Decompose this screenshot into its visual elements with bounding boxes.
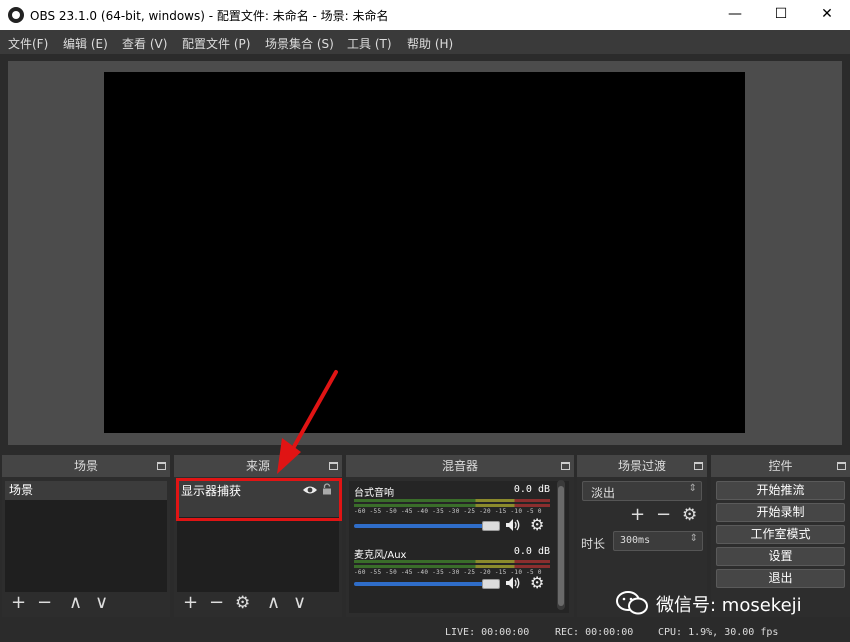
controls-dock-title: 控件 xyxy=(711,455,850,477)
volume-slider-handle[interactable] xyxy=(482,521,500,531)
volume-meter xyxy=(354,560,550,563)
preview-canvas[interactable] xyxy=(104,72,745,433)
mixer-channel-mic: 麦克风/Aux 0.0 dB -60 -55 -50 -45 -40 -35 -… xyxy=(354,546,552,602)
wechat-icon xyxy=(616,591,648,615)
remove-source-button[interactable]: − xyxy=(209,593,224,613)
menu-scene-collection[interactable]: 场景集合 (S) xyxy=(265,35,334,52)
maximize-button[interactable]: ☐ xyxy=(758,0,804,30)
spinner-icon[interactable]: ⇕ xyxy=(690,533,698,544)
minimize-button[interactable]: — xyxy=(712,0,758,30)
title-bar: OBS 23.1.0 (64-bit, windows) - 配置文件: 未命名… xyxy=(0,0,850,30)
source-properties-gear-icon[interactable]: ⚙ xyxy=(235,593,250,613)
remove-scene-button[interactable]: − xyxy=(37,593,52,613)
settings-button[interactable]: 设置 xyxy=(716,547,845,566)
mixer-scrollbar[interactable] xyxy=(557,480,565,610)
chevron-updown-icon: ⇕ xyxy=(688,483,697,494)
obs-logo-icon xyxy=(8,7,24,23)
cpu-status: CPU: 1.9%, 30.00 fps xyxy=(658,627,779,638)
watermark-text: 微信号: mosekeji xyxy=(656,595,802,616)
mixer-dock-title: 混音器 xyxy=(346,455,574,477)
add-transition-button[interactable]: + xyxy=(630,505,645,525)
start-streaming-button[interactable]: 开始推流 xyxy=(716,481,845,500)
source-up-button[interactable]: ∧ xyxy=(267,593,280,613)
channel-name: 台式音响 xyxy=(354,488,394,499)
scenes-dock-title: 场景 xyxy=(2,455,170,477)
dock-float-icon[interactable] xyxy=(157,462,166,470)
wechat-watermark: 微信号: mosekeji xyxy=(616,586,846,620)
close-button[interactable]: ✕ xyxy=(804,0,850,30)
add-scene-button[interactable]: + xyxy=(11,593,26,613)
duration-label: 时长 xyxy=(581,537,606,551)
dock-float-icon[interactable] xyxy=(329,462,338,470)
transition-select[interactable]: 淡出 ⇕ xyxy=(582,481,702,501)
speaker-icon[interactable] xyxy=(505,518,521,532)
channel-name: 麦克风/Aux xyxy=(354,550,407,561)
meter-ticks: -60 -55 -50 -45 -40 -35 -30 -25 -20 -15 … xyxy=(354,508,542,515)
volume-meter xyxy=(354,504,550,507)
mixer-channel-desktop: 台式音响 0.0 dB -60 -55 -50 -45 -40 -35 -30 … xyxy=(354,484,552,540)
source-down-button[interactable]: ∨ xyxy=(293,593,306,613)
menu-tools[interactable]: 工具 (T) xyxy=(347,35,392,52)
remove-transition-button[interactable]: − xyxy=(656,505,671,525)
volume-slider[interactable] xyxy=(354,582,500,586)
meter-ticks: -60 -55 -50 -45 -40 -35 -30 -25 -20 -15 … xyxy=(354,569,542,576)
add-source-button[interactable]: + xyxy=(183,593,198,613)
scenes-list[interactable]: 场景 xyxy=(5,481,167,592)
duration-value: 300ms xyxy=(620,535,651,546)
studio-mode-button[interactable]: 工作室模式 xyxy=(716,525,845,544)
start-recording-button[interactable]: 开始录制 xyxy=(716,503,845,522)
window-title: OBS 23.1.0 (64-bit, windows) - 配置文件: 未命名… xyxy=(30,9,389,23)
menu-help[interactable]: 帮助 (H) xyxy=(407,35,453,52)
transitions-dock-title: 场景过渡 xyxy=(577,455,707,477)
scene-up-button[interactable]: ∧ xyxy=(69,593,82,613)
list-item[interactable]: 场景 xyxy=(5,481,167,500)
sources-dock-title: 来源 xyxy=(174,455,342,477)
transition-selected: 淡出 xyxy=(591,486,616,500)
volume-meter xyxy=(354,499,550,502)
volume-slider-handle[interactable] xyxy=(482,579,500,589)
transition-gear-icon[interactable]: ⚙ xyxy=(682,505,697,525)
gear-icon[interactable]: ⚙ xyxy=(530,515,544,534)
scenes-dock: 场景 场景 + − ∧ ∨ xyxy=(2,455,170,617)
menu-profile[interactable]: 配置文件 (P) xyxy=(182,35,250,52)
menu-bar: 文件(F) 编辑 (E) 查看 (V) 配置文件 (P) 场景集合 (S) 工具… xyxy=(0,30,850,54)
dock-float-icon[interactable] xyxy=(694,462,703,470)
volume-slider[interactable] xyxy=(354,524,500,528)
dock-float-icon[interactable] xyxy=(837,462,846,470)
menu-edit[interactable]: 编辑 (E) xyxy=(63,35,108,52)
menu-file[interactable]: 文件(F) xyxy=(8,35,48,52)
duration-input[interactable]: 300ms ⇕ xyxy=(613,531,703,551)
channel-db: 0.0 dB xyxy=(513,484,550,495)
live-status: LIVE: 00:00:00 xyxy=(445,627,530,638)
volume-meter xyxy=(354,565,550,568)
dock-float-icon[interactable] xyxy=(561,462,570,470)
status-bar: LIVE: 00:00:00 REC: 00:00:00 CPU: 1.9%, … xyxy=(0,621,850,642)
menu-view[interactable]: 查看 (V) xyxy=(122,35,167,52)
scene-down-button[interactable]: ∨ xyxy=(95,593,108,613)
red-highlight-box xyxy=(176,478,342,521)
channel-db: 0.0 dB xyxy=(513,546,550,557)
speaker-icon[interactable] xyxy=(505,576,521,590)
gear-icon[interactable]: ⚙ xyxy=(530,573,544,592)
rec-status: REC: 00:00:00 xyxy=(555,627,634,638)
